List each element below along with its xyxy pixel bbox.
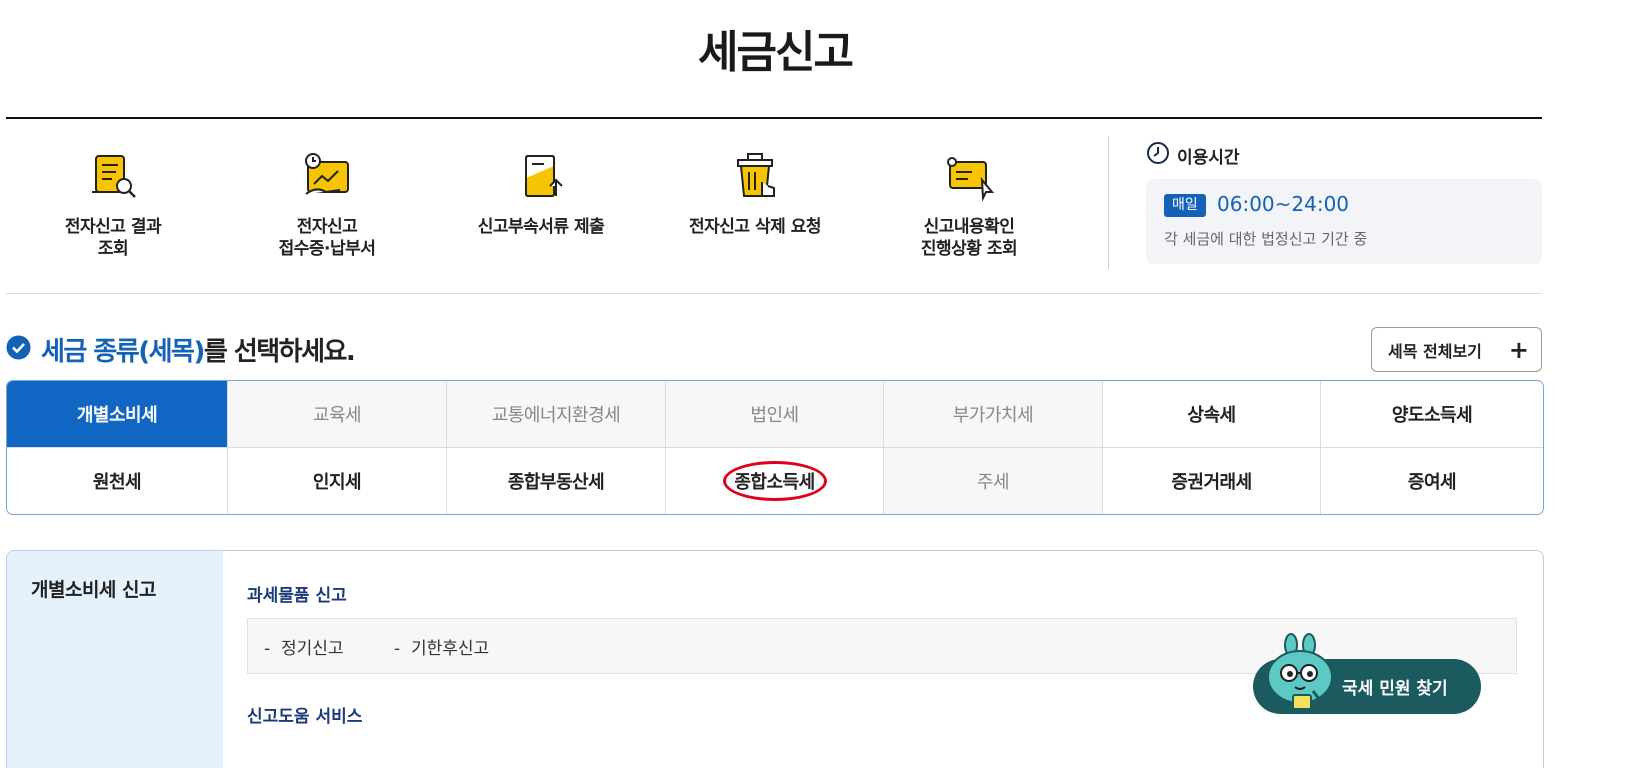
tax-tab-withholding[interactable]: 원천세: [7, 448, 228, 514]
vertical-divider: [1108, 136, 1109, 269]
usage-time-box: 매일 06:00~24:00 각 세금에 대한 법정신고 기간 중: [1146, 179, 1542, 264]
document-upload-icon: [514, 150, 568, 204]
daily-badge: 매일: [1164, 194, 1206, 217]
quick-menu-label: 신고부속서류 제출: [477, 217, 605, 237]
quick-menu-label: 전자신고 결과: [64, 217, 162, 237]
quick-menu-label: 접수증·납부서: [278, 239, 376, 259]
tax-tab-stamp[interactable]: 인지세: [228, 448, 447, 514]
quick-menu-document-submit[interactable]: 신고부속서류 제출: [434, 136, 648, 276]
tax-tab-label: 원천세: [92, 472, 142, 493]
detail-title: 개별소비세 신고: [31, 579, 156, 601]
quick-menu-progress-inquiry[interactable]: 신고내용확인 진행상황 조회: [862, 136, 1076, 276]
detail-sidebar: 개별소비세 신고: [7, 551, 223, 768]
option-label: 기한후신고: [410, 639, 490, 659]
quick-menu-delete-request[interactable]: 전자신고 삭제 요청: [648, 136, 862, 276]
tax-type-grid: 개별소비세 교육세 교통에너지환경세 법인세 부가가치세 상속세 양도소득세 원…: [6, 380, 1544, 515]
tax-tab-label: 법인세: [750, 405, 799, 426]
quick-menu-label: 전자신고 삭제 요청: [689, 217, 821, 237]
view-all-tax-button[interactable]: 세목 전체보기 +: [1371, 327, 1542, 372]
tax-tab-label: 개별소비세: [76, 405, 158, 426]
tax-tab-label: 교육세: [312, 405, 362, 426]
quick-menu: 전자신고 결과 조회 전자신고 접수증·납부서 신고부속서류 제출 전자신고 삭…: [6, 136, 1086, 276]
check-circle-icon: [6, 335, 31, 364]
tax-tab-label: 종합소득세: [734, 472, 815, 493]
tax-tab-liquor[interactable]: 주세: [884, 448, 1103, 514]
tax-tab-global-income[interactable]: 종합소득세: [666, 448, 884, 514]
quick-menu-label: 전자신고: [296, 217, 358, 237]
trash-delete-icon: [728, 150, 782, 204]
quick-menu-label: 조회: [97, 239, 129, 259]
tax-tab-label: 종합부동산세: [507, 472, 605, 493]
section-title-taxable-goods: 과세물품 신고: [247, 586, 347, 606]
tax-tab-capital-gains[interactable]: 양도소득세: [1321, 381, 1543, 448]
section-title-filing-help: 신고도움 서비스: [247, 707, 363, 727]
tax-tab-corporate[interactable]: 법인세: [666, 381, 884, 448]
tax-tab-gift[interactable]: 증여세: [1321, 448, 1543, 514]
tax-filing-page: 세금신고 전자신고 결과 조회 전자신고 접수증·납부서 신고부속서류 제출 전…: [0, 0, 1633, 768]
quick-menu-receipt-payment[interactable]: 전자신고 접수증·납부서: [220, 136, 434, 276]
usage-hours: 06:00~24:00: [1217, 192, 1350, 216]
quick-menu-result-inquiry[interactable]: 전자신고 결과 조회: [6, 136, 220, 276]
tax-tab-individual-consumption[interactable]: 개별소비세: [7, 381, 228, 448]
heading-highlight: 세금 종류(세목): [41, 337, 205, 367]
tax-tab-label: 양도소득세: [1391, 405, 1473, 426]
quick-menu-label: 신고내용확인: [923, 217, 1015, 237]
fab-label: 국세 민원 찾기: [1342, 679, 1448, 699]
option-label: 정기신고: [280, 639, 344, 659]
view-all-label: 세목 전체보기: [1388, 341, 1482, 361]
tax-tab-securities-transaction[interactable]: 증권거래세: [1103, 448, 1321, 514]
tax-tab-transport-energy-environment[interactable]: 교통에너지환경세: [447, 381, 666, 448]
mascot-character-icon: [1263, 633, 1341, 717]
tax-tab-inheritance[interactable]: 상속세: [1103, 381, 1321, 448]
tax-tab-label: 교통에너지환경세: [491, 405, 621, 426]
tax-tab-vat[interactable]: 부가가치세: [884, 381, 1103, 448]
plus-icon: +: [1508, 336, 1529, 364]
option-regular-filing[interactable]: - 정기신고: [264, 634, 344, 659]
tax-tab-label: 증여세: [1407, 472, 1457, 493]
monitor-check-icon: [942, 150, 996, 204]
title-divider: [6, 117, 1542, 119]
clock-icon: [1146, 141, 1170, 169]
tax-tab-label: 증권거래세: [1171, 472, 1252, 493]
usage-time-heading: 이용시간: [1146, 141, 1240, 169]
tax-select-heading: 세금 종류(세목)를 선택하세요.: [6, 331, 356, 368]
tax-tab-label: 인지세: [312, 472, 362, 493]
tax-tab-education[interactable]: 교육세: [228, 381, 447, 448]
quick-menu-label: 진행상황 조회: [920, 239, 1018, 259]
tax-tab-label: 부가가치세: [952, 405, 1034, 426]
tax-tab-label: 주세: [976, 472, 1010, 493]
document-search-icon: [86, 150, 140, 204]
section-divider: [6, 293, 1542, 294]
heading-text: 를 선택하세요.: [203, 337, 356, 367]
usage-note: 각 세금에 대한 법정신고 기간 중: [1164, 230, 1368, 248]
page-title: 세금신고: [698, 27, 854, 78]
option-late-filing[interactable]: - 기한후신고: [394, 634, 489, 659]
usage-time-title: 이용시간: [1177, 147, 1240, 168]
tax-tab-comprehensive-real-estate[interactable]: 종합부동산세: [447, 448, 666, 514]
receipt-payment-icon: [300, 150, 354, 204]
tax-tab-label: 상속세: [1187, 405, 1236, 426]
